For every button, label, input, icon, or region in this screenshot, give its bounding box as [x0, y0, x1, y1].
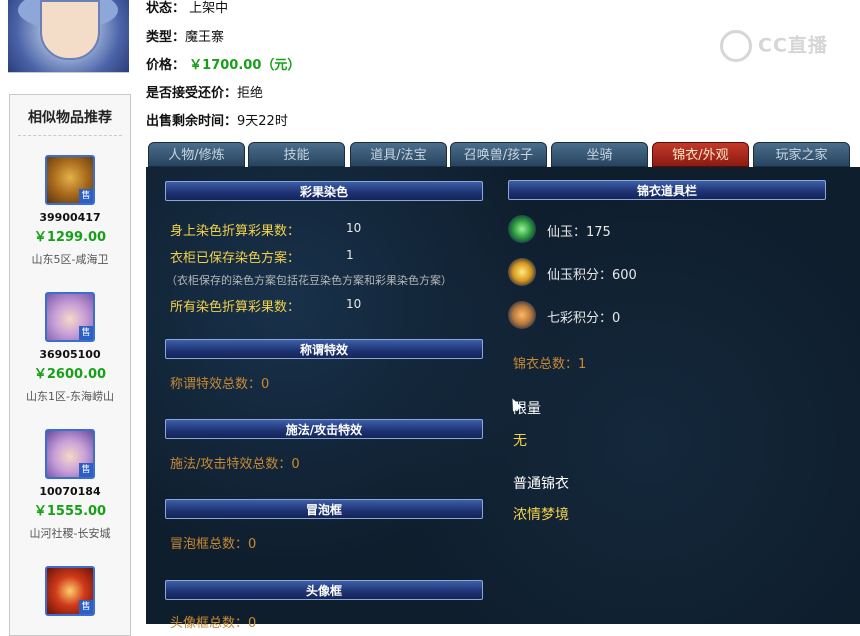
title-effect-total: 称谓特效总数：0 [170, 377, 270, 392]
similar-item[interactable]: 售 36905100 ￥2600.00 山东1区-东海崂山 [10, 292, 130, 404]
tab-items[interactable]: 道具/法宝 [350, 142, 447, 167]
dye-header: 彩果染色 [165, 181, 483, 201]
item-server: 山东1区-东海崂山 [26, 390, 114, 403]
xianyu-icon [508, 215, 536, 243]
similar-items-panel: 相似物品推荐 售 39900417 ￥1299.00 山东5区-咸海卫 售 36… [9, 94, 131, 636]
jinyi-bar-header: 锦衣道具栏 [508, 180, 826, 200]
item-thumbnail[interactable]: 售 [45, 292, 95, 342]
normal-jinyi-label: 普通锦衣 [513, 476, 569, 492]
item-price: ￥1555.00 [33, 504, 107, 519]
item-thumbnail[interactable]: 售 [45, 429, 95, 479]
cast-effect-header: 施法/攻击特效 [165, 419, 483, 439]
wardrobe-value: 1 [346, 248, 354, 262]
type-row: 类型：魔王寨 [146, 26, 224, 45]
sold-badge-icon: 售 [79, 326, 93, 340]
similar-item[interactable]: 售 39900417 ￥1299.00 山东5区-咸海卫 [10, 155, 130, 267]
tab-pets[interactable]: 召唤兽/孩子 [450, 142, 547, 167]
watermark: CC直播 [720, 30, 828, 62]
price-value: ￥1700.00（元） [189, 58, 301, 73]
limited-value: 无 [513, 433, 527, 449]
tab-character[interactable]: 人物/修炼 [148, 142, 245, 167]
wardrobe-note: （衣柜保存的染色方案包括花豆染色方案和彩果染色方案） [166, 274, 452, 287]
divider [18, 135, 122, 136]
price-row: 价格： ￥1700.00（元） [146, 54, 300, 73]
bargain-value: 拒绝 [237, 86, 264, 101]
status-label: 状态： [146, 1, 186, 16]
price-label: 价格： [146, 58, 186, 73]
remaining-label: 出售剩余时间： [146, 114, 238, 129]
jinyi-total: 锦衣总数：1 [513, 357, 587, 372]
similar-item[interactable]: 售 [10, 566, 130, 616]
item-id: 36905100 [39, 348, 101, 361]
dye-total-value: 10 [346, 297, 362, 311]
qicai-points-icon [508, 301, 536, 329]
sold-badge-icon: 售 [79, 463, 93, 477]
status-row: 状态： 上架中 [146, 0, 228, 16]
item-id: 10070184 [39, 485, 101, 498]
similar-item[interactable]: 售 10070184 ￥1555.00 山河社稷-长安城 [10, 429, 130, 541]
item-price: ￥1299.00 [33, 230, 107, 245]
character-avatar [8, 0, 129, 73]
item-thumbnail[interactable]: 售 [45, 566, 95, 616]
remaining-value: 9天22时 [237, 114, 288, 129]
item-price: ￥2600.00 [33, 367, 107, 382]
tab-mounts[interactable]: 坐骑 [551, 142, 648, 167]
item-thumbnail[interactable]: 售 [45, 155, 95, 205]
item-server: 山东5区-咸海卫 [31, 253, 109, 266]
remaining-row: 出售剩余时间：9天22时 [146, 110, 288, 129]
watermark-logo-icon [720, 30, 752, 62]
tab-appearance[interactable]: 锦衣/外观 [652, 142, 749, 167]
bargain-row: 是否接受还价：拒绝 [146, 82, 263, 101]
bubble-frame-total: 冒泡框总数：0 [170, 537, 257, 552]
item-id: 39900417 [39, 211, 101, 224]
cast-effect-total: 施法/攻击特效总数：0 [170, 457, 300, 472]
appearance-panel: 彩果染色 身上染色折算彩果数： 10 衣柜已保存染色方案： 1 （衣柜保存的染色… [146, 167, 860, 631]
xianyu-value: 仙玉：175 [547, 225, 611, 240]
similar-items-title: 相似物品推荐 [28, 110, 112, 126]
qicai-points-value: 七彩积分：0 [547, 311, 621, 326]
sold-badge-icon: 售 [79, 600, 93, 614]
xianyu-points-icon [508, 258, 536, 286]
avatar-face [40, 0, 100, 60]
title-effect-header: 称谓特效 [165, 339, 483, 359]
avatar-frame-total: 头像框总数：0 [170, 616, 257, 631]
sold-badge-icon: 售 [79, 189, 93, 203]
item-server: 山河社稷-长安城 [29, 527, 111, 540]
dye-body-label: 身上染色折算彩果数： [170, 224, 301, 239]
avatar-frame-header: 头像框 [165, 580, 483, 600]
type-label: 类型： [146, 30, 186, 45]
status-value: 上架中 [189, 1, 229, 16]
type-value: 魔王寨 [185, 30, 225, 45]
tab-skills[interactable]: 技能 [248, 142, 345, 167]
wardrobe-label: 衣柜已保存染色方案： [170, 251, 301, 266]
xianyu-points-value: 仙玉积分：600 [547, 268, 637, 283]
dye-body-value: 10 [346, 221, 362, 235]
normal-jinyi-value[interactable]: 浓情梦境 [513, 504, 569, 524]
bargain-label: 是否接受还价： [146, 86, 238, 101]
bubble-frame-header: 冒泡框 [165, 499, 483, 519]
dye-total-label: 所有染色折算彩果数： [170, 300, 301, 315]
tab-player-home[interactable]: 玩家之家 [753, 142, 850, 167]
